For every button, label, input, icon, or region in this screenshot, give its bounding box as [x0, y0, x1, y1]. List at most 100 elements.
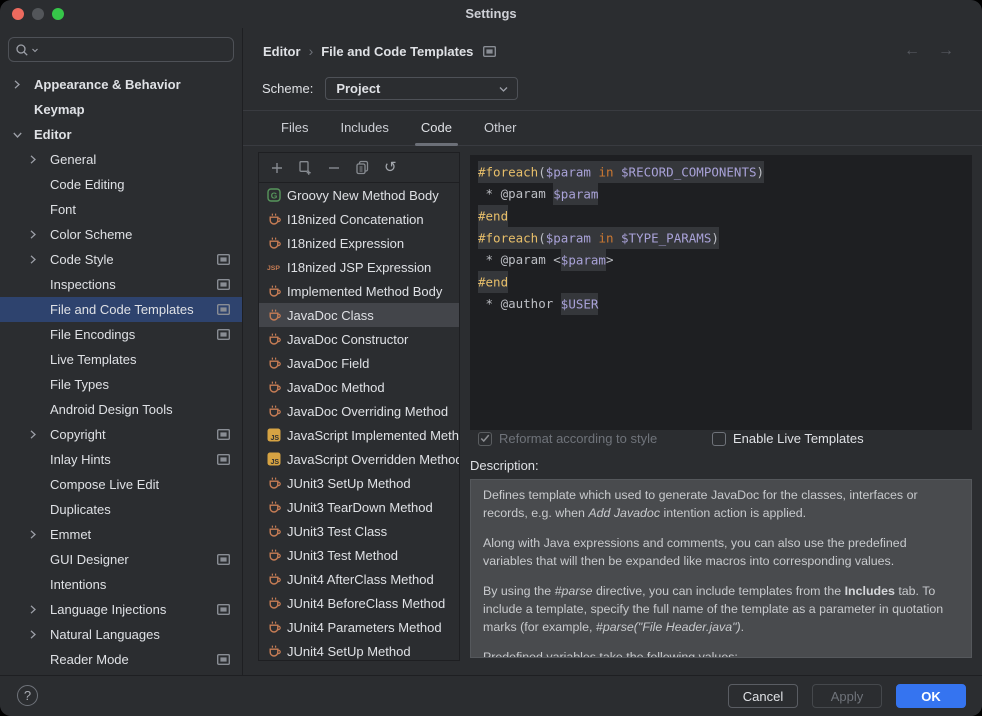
project-level-monitor-icon: [217, 304, 230, 315]
sidebar-item-inlay-hints[interactable]: Inlay Hints: [0, 447, 242, 472]
java-file-icon: [267, 380, 287, 395]
back-arrow-button[interactable]: ←: [904, 42, 920, 60]
template-item-javadoc-overriding-method[interactable]: JavaDoc Overriding Method: [259, 399, 459, 423]
chevron-right-icon[interactable]: [28, 154, 50, 165]
tab-code[interactable]: Code: [409, 111, 464, 146]
tab-other[interactable]: Other: [472, 111, 529, 146]
cancel-button[interactable]: Cancel: [728, 684, 798, 708]
sidebar-item-language-injections[interactable]: Language Injections: [0, 597, 242, 622]
code-line: * @param $param: [478, 183, 964, 205]
sidebar-item-file-types[interactable]: File Types: [0, 372, 242, 397]
sidebar-item-label: Appearance & Behavior: [34, 77, 181, 92]
forward-arrow-button[interactable]: →: [938, 42, 954, 60]
template-item-javadoc-field[interactable]: JavaDoc Field: [259, 351, 459, 375]
search-history-chevron-icon[interactable]: [31, 46, 39, 54]
sidebar-item-appearance-behavior[interactable]: Appearance & Behavior: [0, 72, 242, 97]
apply-button[interactable]: Apply: [812, 684, 882, 708]
groovy-file-icon: G: [267, 188, 287, 202]
template-item-junit3-teardown-method[interactable]: JUnit3 TearDown Method: [259, 495, 459, 519]
sidebar-item-emmet[interactable]: Emmet: [0, 522, 242, 547]
chevron-right-icon[interactable]: [28, 604, 50, 615]
tab-includes[interactable]: Includes: [328, 111, 400, 146]
sidebar-item-duplicates[interactable]: Duplicates: [0, 497, 242, 522]
window-title: Settings: [0, 0, 982, 28]
sidebar-item-reader-mode[interactable]: Reader Mode: [0, 647, 242, 672]
sidebar-item-file-encodings[interactable]: File Encodings: [0, 322, 242, 347]
sidebar-item-code-editing[interactable]: Code Editing: [0, 172, 242, 197]
chevron-right-icon[interactable]: [28, 229, 50, 240]
sidebar-item-intentions[interactable]: Intentions: [0, 572, 242, 597]
template-item-javadoc-constructor[interactable]: JavaDoc Constructor: [259, 327, 459, 351]
java-file-icon: [267, 404, 287, 419]
project-level-monitor-icon: [483, 46, 496, 57]
scheme-label: Scheme:: [262, 81, 313, 96]
sidebar-item-code-style[interactable]: Code Style: [0, 247, 242, 272]
sidebar-item-gui-designer[interactable]: GUI Designer: [0, 547, 242, 572]
project-level-monitor-icon: [217, 279, 230, 290]
sidebar-item-label: Font: [50, 202, 76, 217]
enable-live-templates-checkbox[interactable]: Enable Live Templates: [712, 431, 864, 446]
template-item-junit3-test-class[interactable]: JUnit3 Test Class: [259, 519, 459, 543]
chevron-right-icon[interactable]: [28, 529, 50, 540]
reformat-checkbox[interactable]: Reformat according to style: [478, 431, 657, 446]
tab-files[interactable]: Files: [269, 111, 320, 146]
chevron-right-icon[interactable]: [28, 429, 50, 440]
template-item-junit3-setup-method[interactable]: JUnit3 SetUp Method: [259, 471, 459, 495]
settings-sidebar: Appearance & Behavior Keymap Editor General…: [0, 28, 243, 676]
sidebar-item-inspections[interactable]: Inspections: [0, 272, 242, 297]
sidebar-item-label: Intentions: [50, 577, 106, 592]
sidebar-item-copyright[interactable]: Copyright: [0, 422, 242, 447]
sidebar-item-label: Inlay Hints: [50, 452, 111, 467]
description-panel[interactable]: Defines template which used to generate …: [470, 479, 972, 658]
template-item-junit4-beforeclass-method[interactable]: JUnit4 BeforeClass Method: [259, 591, 459, 615]
sidebar-item-color-scheme[interactable]: Color Scheme: [0, 222, 242, 247]
template-item-javadoc-class[interactable]: JavaDoc Class: [259, 303, 459, 327]
svg-text:JS: JS: [270, 459, 279, 466]
sidebar-item-keymap[interactable]: Keymap: [0, 97, 242, 122]
code-line: * @param <$param>: [478, 249, 964, 271]
copy-icon[interactable]: [348, 160, 377, 175]
jsp-file-icon: JSP: [267, 260, 287, 274]
remove-icon[interactable]: [320, 161, 348, 175]
java-file-icon: [267, 500, 287, 515]
revert-icon[interactable]: ↺: [377, 161, 404, 175]
java-file-icon: [267, 356, 287, 371]
help-button[interactable]: ?: [17, 685, 38, 706]
ok-button[interactable]: OK: [896, 684, 966, 708]
sidebar-item-natural-languages[interactable]: Natural Languages: [0, 622, 242, 647]
add-icon[interactable]: [263, 161, 291, 175]
settings-search-input[interactable]: [8, 37, 234, 62]
breadcrumb-editor[interactable]: Editor: [263, 44, 301, 59]
scheme-select[interactable]: Project: [325, 77, 518, 100]
template-code-editor[interactable]: #foreach($param in $RECORD_COMPONENTS) *…: [470, 155, 972, 430]
chevron-down-icon[interactable]: [12, 130, 34, 140]
template-item-i18nized-jsp-expression[interactable]: JSPI18nized JSP Expression: [259, 255, 459, 279]
template-item-i18nized-expression[interactable]: I18nized Expression: [259, 231, 459, 255]
chevron-right-icon[interactable]: [28, 629, 50, 640]
duplicate-icon[interactable]: [291, 160, 320, 175]
sidebar-item-editor[interactable]: Editor: [0, 122, 242, 147]
sidebar-item-file-and-code-templates[interactable]: File and Code Templates: [0, 297, 242, 322]
template-item-groovy-new-method-body[interactable]: GGroovy New Method Body: [259, 183, 459, 207]
template-list: GGroovy New Method BodyI18nized Concaten…: [259, 183, 459, 661]
template-item-implemented-method-body[interactable]: Implemented Method Body: [259, 279, 459, 303]
template-item-junit4-parameters-method[interactable]: JUnit4 Parameters Method: [259, 615, 459, 639]
template-item-junit4-afterclass-method[interactable]: JUnit4 AfterClass Method: [259, 567, 459, 591]
sidebar-item-live-templates[interactable]: Live Templates: [0, 347, 242, 372]
code-line: #foreach($param in $RECORD_COMPONENTS): [478, 161, 964, 183]
chevron-right-icon[interactable]: [12, 79, 34, 90]
checkbox-unchecked-icon: [712, 432, 726, 446]
template-item-label: I18nized JSP Expression: [287, 260, 431, 275]
sidebar-item-general[interactable]: General: [0, 147, 242, 172]
template-item-junit3-test-method[interactable]: JUnit3 Test Method: [259, 543, 459, 567]
template-item-label: JUnit4 Parameters Method: [287, 620, 442, 635]
template-item-i18nized-concatenation[interactable]: I18nized Concatenation: [259, 207, 459, 231]
template-item-javadoc-method[interactable]: JavaDoc Method: [259, 375, 459, 399]
java-file-icon: [267, 548, 287, 563]
sidebar-item-font[interactable]: Font: [0, 197, 242, 222]
template-item-junit4-setup-method[interactable]: JUnit4 SetUp Method: [259, 639, 459, 661]
sidebar-item-android-design-tools[interactable]: Android Design Tools: [0, 397, 242, 422]
sidebar-item-label: Editor: [34, 127, 72, 142]
sidebar-item-compose-live-edit[interactable]: Compose Live Edit: [0, 472, 242, 497]
chevron-right-icon[interactable]: [28, 254, 50, 265]
